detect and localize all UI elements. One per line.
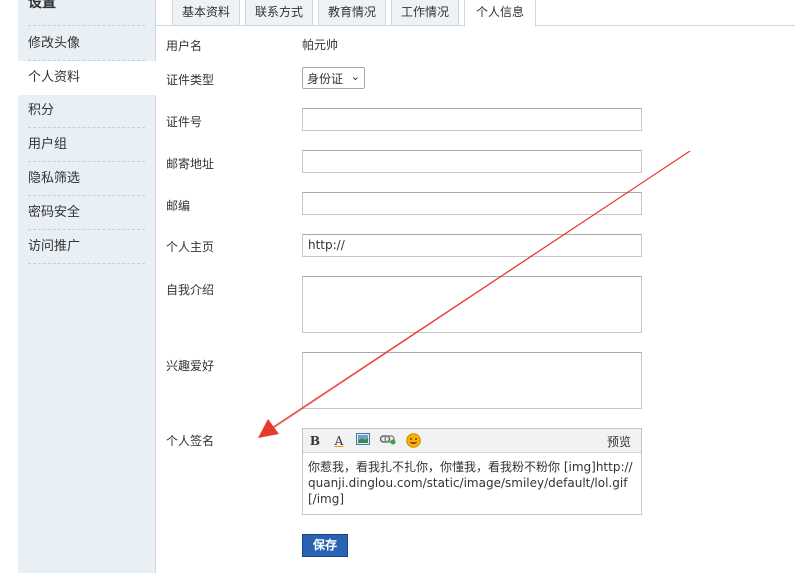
tab-bar: 基本资料 联系方式 教育情况 工作情况 个人信息	[156, 0, 795, 27]
address-input[interactable]	[302, 150, 642, 173]
font-color-icon[interactable]: A	[331, 433, 347, 449]
homepage-label: 个人主页	[166, 240, 215, 254]
chevron-down-icon: ⌄	[350, 70, 360, 83]
username-label: 用户名	[166, 39, 203, 53]
sidebar: 设置 修改头像 个人资料 积分 用户组 隐私筛选 密码安全 访问推广	[18, 0, 157, 573]
hobby-textarea[interactable]	[302, 352, 642, 409]
sidebar-item-label: 积分	[28, 103, 55, 118]
sidebar-item-label: 修改头像	[28, 36, 81, 51]
address-label: 邮寄地址	[166, 157, 215, 171]
signature-text[interactable]: 你惹我，看我扎不扎你，你懂我，看我粉不粉你 [img]http://quanji…	[303, 453, 641, 513]
id-type-label: 证件类型	[166, 73, 215, 87]
tab-basic[interactable]: 基本资料	[172, 0, 240, 26]
username-value: 帕元帅	[302, 38, 339, 52]
tab-education[interactable]: 教育情况	[318, 0, 386, 26]
signature-label: 个人签名	[166, 434, 215, 448]
sidebar-item-label: 访问推广	[28, 239, 81, 254]
id-type-value: 身份证	[307, 72, 344, 86]
sidebar-item-usergroup[interactable]: 用户组	[18, 128, 155, 162]
bio-textarea[interactable]	[302, 276, 642, 333]
sidebar-item-profile[interactable]: 个人资料	[18, 61, 157, 95]
id-type-select[interactable]: 身份证 ⌄	[302, 67, 365, 89]
id-number-label: 证件号	[166, 115, 203, 129]
editor-toolbar: B A 预览	[303, 429, 641, 453]
tab-contact[interactable]: 联系方式	[245, 0, 313, 26]
hobby-label: 兴趣爱好	[166, 359, 215, 373]
sidebar-divider	[28, 25, 145, 26]
zip-label: 邮编	[166, 199, 191, 213]
homepage-input[interactable]: http://	[302, 234, 642, 257]
sidebar-item-promotion[interactable]: 访问推广	[18, 230, 155, 264]
sidebar-item-label: 密码安全	[28, 205, 81, 220]
sidebar-item-label: 隐私筛选	[28, 171, 81, 186]
bold-icon[interactable]: B	[307, 433, 323, 449]
id-number-input[interactable]	[302, 108, 642, 131]
smiley-icon[interactable]	[405, 433, 421, 449]
sidebar-item-password[interactable]: 密码安全	[18, 196, 155, 230]
sidebar-item-label: 用户组	[28, 137, 68, 152]
settings-page: 设置 修改头像 个人资料 积分 用户组 隐私筛选 密码安全 访问推广 基本资料 …	[0, 0, 795, 573]
bio-label: 自我介绍	[166, 283, 215, 297]
tab-personal-info[interactable]: 个人信息	[464, 0, 536, 27]
image-icon[interactable]	[355, 433, 371, 449]
link-icon[interactable]	[379, 433, 396, 449]
sidebar-item-label: 个人资料	[28, 70, 81, 85]
sidebar-title: 设置	[28, 0, 56, 11]
sidebar-item-privacy[interactable]: 隐私筛选	[18, 162, 155, 196]
signature-editor: B A 预览 你惹我，看我扎不扎你，你懂我，看我粉不粉你 [img]http:/…	[302, 428, 642, 515]
save-button[interactable]: 保存	[302, 534, 348, 557]
tab-work[interactable]: 工作情况	[391, 0, 459, 26]
sidebar-item-points[interactable]: 积分	[18, 94, 155, 128]
preview-link[interactable]: 预览	[607, 433, 631, 450]
zip-input[interactable]	[302, 192, 642, 215]
sidebar-item-avatar[interactable]: 修改头像	[18, 27, 155, 61]
